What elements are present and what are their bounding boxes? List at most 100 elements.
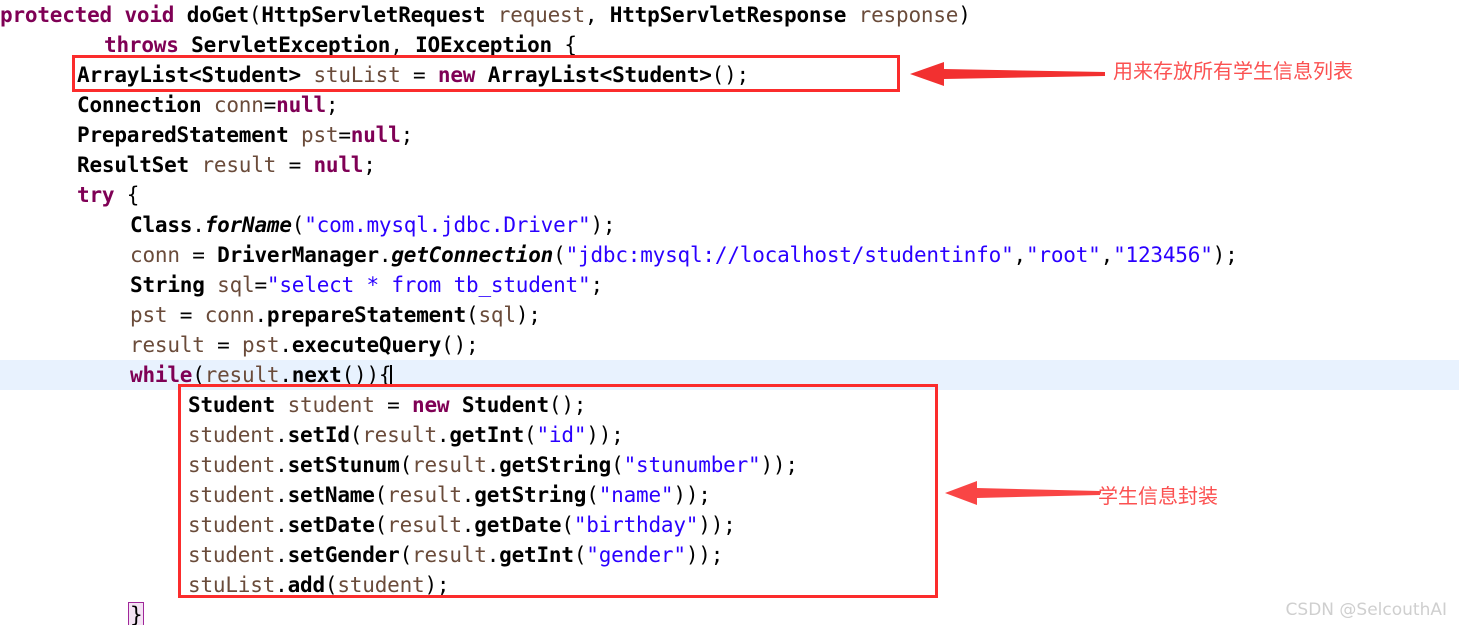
token-local-var: student: [188, 543, 276, 567]
token-local-var: student: [287, 393, 375, 417]
token-method: executeQuery: [291, 333, 442, 357]
token-keyword: new: [412, 393, 450, 417]
token-local-var: result: [130, 333, 205, 357]
token-keyword: null: [313, 153, 364, 177]
token-local-var: result: [387, 483, 462, 507]
token-type: DriverManager: [217, 243, 379, 267]
token-param: request: [497, 3, 585, 27]
token-type: HttpServletResponse: [609, 3, 847, 27]
token-local-var: conn: [204, 303, 255, 327]
code-line[interactable]: stuList.add(student);: [0, 570, 1459, 600]
code-line[interactable]: student.setStunum(result.getString("stun…: [0, 450, 1459, 480]
code-line[interactable]: Student student = new Student();: [0, 390, 1459, 420]
token-local-var: sql: [217, 273, 255, 297]
token-type: Student: [188, 393, 276, 417]
token-local-var: conn: [213, 93, 264, 117]
code-line[interactable]: try {: [0, 180, 1459, 210]
code-line-current[interactable]: while(result.next()){: [0, 360, 1459, 390]
token-keyword: while: [130, 363, 193, 387]
token-type: HttpServletRequest: [261, 3, 486, 27]
annotation-arrow-1-icon: [910, 62, 1105, 86]
token-string: "birthday": [573, 513, 699, 537]
token-type: ArrayList<Student>: [77, 63, 301, 87]
token-local-var: result: [412, 543, 487, 567]
annotation-label-2: 学生信息封装: [1098, 484, 1218, 508]
token-type: PreparedStatement: [77, 123, 289, 147]
token-string: "com.mysql.jdbc.Driver": [304, 213, 591, 237]
annotation-arrow-2-icon: [945, 481, 1100, 505]
token-keyword: new: [437, 63, 476, 87]
token-local-var: student: [188, 453, 276, 477]
token-method: next: [291, 363, 342, 387]
token-keyword: null: [276, 93, 326, 117]
code-line[interactable]: PreparedStatement pst=null;: [0, 120, 1459, 150]
token-string: "jdbc:mysql://localhost/studentinfo": [565, 243, 1014, 267]
token-local-var: result: [201, 153, 277, 177]
code-line[interactable]: String sql="select * from tb_student";: [0, 270, 1459, 300]
code-line[interactable]: student.setId(result.getInt("id"));: [0, 420, 1459, 450]
token-local-var: pst: [242, 333, 280, 357]
bracket-match-highlight: }: [128, 602, 145, 625]
token-type: Class: [130, 213, 193, 237]
token-method: getDate: [474, 513, 562, 537]
token-local-var: result: [412, 453, 487, 477]
token-method: setId: [287, 423, 350, 447]
code-line[interactable]: student.setGender(result.getInt("gender"…: [0, 540, 1459, 570]
token-type: ServletException: [191, 33, 391, 57]
token-local-var: result: [362, 423, 437, 447]
token-static-method: getConnection: [391, 243, 554, 267]
token-keyword: protected: [0, 3, 112, 27]
token-method: add: [287, 573, 326, 597]
code-line[interactable]: student.setDate(result.getDate("birthday…: [0, 510, 1459, 540]
code-line[interactable]: pst = conn.prepareStatement(sql);: [0, 300, 1459, 330]
code-line[interactable]: result = pst.executeQuery();: [0, 330, 1459, 360]
text-cursor: [390, 365, 393, 387]
token-type: ResultSet: [77, 153, 189, 177]
code-line[interactable]: Class.forName("com.mysql.jdbc.Driver");: [0, 210, 1459, 240]
code-screenshot: protected void doGet(HttpServletRequest …: [0, 0, 1459, 625]
token-type: IOException: [415, 33, 552, 57]
token-method: setGender: [287, 543, 400, 567]
token-keyword: throws: [104, 33, 179, 57]
token-local-var: pst: [130, 303, 168, 327]
token-string: "id": [536, 423, 587, 447]
watermark-text: CSDN @SelcouthAI: [1285, 600, 1447, 620]
token-string: "select * from tb_student": [266, 273, 591, 297]
annotation-label-1: 用来存放所有学生信息列表: [1113, 59, 1353, 83]
token-string: "name": [598, 483, 674, 507]
token-local-var: result: [387, 513, 462, 537]
code-editor-area[interactable]: protected void doGet(HttpServletRequest …: [0, 0, 1459, 625]
token-local-var: result: [204, 363, 280, 387]
token-string: "stunumber": [623, 453, 761, 477]
token-method: getInt: [499, 543, 574, 567]
token-string: "123456": [1113, 243, 1213, 267]
token-method: setStunum: [287, 453, 400, 477]
token-local-var: student: [188, 483, 276, 507]
token-method: getInt: [449, 423, 525, 447]
token-param: response: [858, 3, 959, 27]
token-string: "root": [1025, 243, 1101, 267]
token-method: getString: [499, 453, 612, 477]
token-local-var: student: [337, 573, 425, 597]
code-line[interactable]: }: [0, 600, 1459, 625]
token-keyword: void: [124, 3, 175, 27]
token-type: ArrayList<Student>: [487, 63, 712, 87]
token-local-var: stuList: [188, 573, 276, 597]
token-type: Student: [461, 393, 549, 417]
code-line[interactable]: ResultSet result = null;: [0, 150, 1459, 180]
token-local-var: conn: [130, 243, 180, 267]
code-line[interactable]: conn = DriverManager.getConnection("jdbc…: [0, 240, 1459, 270]
token-local-var: pst: [301, 123, 339, 147]
token-method: setDate: [287, 513, 375, 537]
token-static-method: forName: [204, 213, 292, 237]
token-keyword: try: [77, 183, 115, 207]
token-string: "gender": [586, 543, 686, 567]
token-local-var: sql: [478, 303, 516, 327]
code-line[interactable]: protected void doGet(HttpServletRequest …: [0, 0, 1459, 30]
token-local-var: student: [188, 513, 276, 537]
token-local-var: stuList: [313, 63, 401, 87]
code-line[interactable]: student.setName(result.getString("name")…: [0, 480, 1459, 510]
token-type: Connection: [77, 93, 202, 117]
code-line[interactable]: Connection conn=null;: [0, 90, 1459, 120]
token-type: String: [130, 273, 205, 297]
